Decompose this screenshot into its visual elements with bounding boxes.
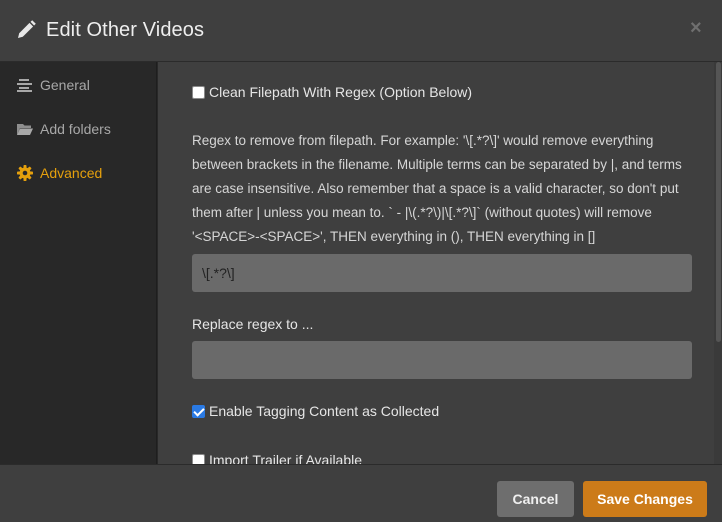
- regex-help-text: Regex to remove from filepath. For examp…: [192, 133, 682, 244]
- gear-icon: [17, 165, 33, 181]
- regex-input[interactable]: [192, 254, 692, 292]
- modal-footer: Cancel Save Changes: [0, 464, 722, 522]
- clean-filepath-checkbox[interactable]: [192, 86, 205, 99]
- folder-icon: [17, 124, 33, 135]
- sidebar: General Add folders Advanced: [0, 62, 157, 464]
- modal-header: Edit Other Videos ×: [0, 0, 722, 62]
- sidebar-item-general[interactable]: General: [0, 70, 157, 100]
- sidebar-item-add-folders[interactable]: Add folders: [0, 114, 157, 144]
- close-icon[interactable]: ×: [690, 18, 702, 38]
- enable-tagging-label: Enable Tagging Content as Collected: [209, 403, 440, 419]
- list-icon: [17, 79, 32, 92]
- settings-panel: Clean Filepath With Regex (Option Below)…: [158, 62, 714, 464]
- enable-tagging-checkbox[interactable]: [192, 405, 205, 418]
- sidebar-item-label: General: [40, 77, 90, 93]
- save-changes-button[interactable]: Save Changes: [583, 481, 707, 517]
- sidebar-item-label: Add folders: [40, 121, 111, 137]
- sidebar-item-label: Advanced: [40, 165, 103, 181]
- replace-regex-label: Replace regex to ...: [192, 316, 314, 332]
- scrollbar-thumb[interactable]: [716, 62, 721, 342]
- import-trailer-checkbox[interactable]: [192, 454, 205, 464]
- import-trailer-label: Import Trailer if Available: [209, 452, 363, 464]
- pencil-icon: [18, 20, 36, 38]
- clean-filepath-label: Clean Filepath With Regex (Option Below): [209, 84, 473, 100]
- sidebar-item-advanced[interactable]: Advanced: [0, 158, 157, 188]
- modal-title: Edit Other Videos: [46, 19, 205, 41]
- cancel-button[interactable]: Cancel: [497, 481, 574, 517]
- replace-regex-input[interactable]: [192, 341, 692, 379]
